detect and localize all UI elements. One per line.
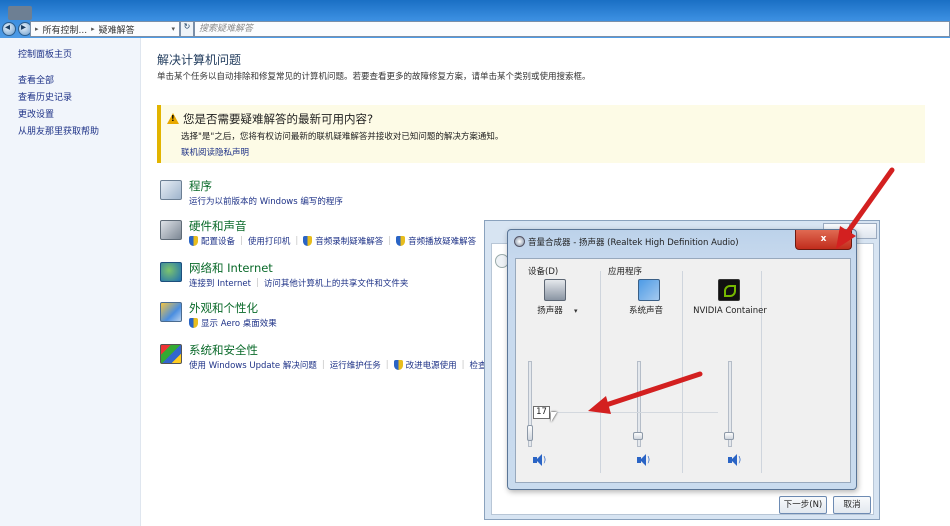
category-link[interactable]: 访问其他计算机上的共享文件和文件夹 — [264, 277, 409, 289]
nvidia-icon — [718, 279, 740, 301]
sound-waves-icon: ) — [738, 455, 742, 464]
link-divider: | — [255, 278, 259, 288]
breadcrumb-item[interactable]: 疑难解答 — [99, 23, 135, 36]
chevron-down-icon[interactable]: ▾ — [574, 307, 578, 315]
notice-description: 选择"是"之后，您将有权访问最新的联机疑难解答并接收对已知问题的解决方案通知。 — [181, 132, 504, 142]
volume-slider-thumb[interactable] — [724, 432, 734, 440]
link-divider: | — [240, 236, 243, 246]
category-link[interactable]: 显示 Aero 桌面效果 — [201, 317, 277, 329]
sidebar-item-history[interactable]: 查看历史记录 — [18, 90, 72, 103]
channel-label: 扬声器 — [537, 306, 563, 316]
chevron-right-icon: ▸ — [91, 25, 95, 33]
category-links: 显示 Aero 桌面效果 — [189, 317, 277, 329]
category-title[interactable]: 外观和个性化 — [189, 300, 258, 316]
breadcrumb[interactable]: ▸ 所有控制... ▸ 疑难解答 ▾ — [30, 21, 180, 37]
breadcrumb-item[interactable]: 所有控制... — [43, 23, 88, 36]
category-link[interactable]: 配置设备 — [201, 235, 235, 247]
next-button[interactable]: 下一步(N) — [779, 496, 827, 514]
appearance-icon — [160, 302, 182, 322]
category-link[interactable]: 连接到 Internet — [189, 277, 251, 289]
shield-icon — [393, 360, 403, 370]
volume-slider-thumb[interactable] — [633, 432, 643, 440]
refresh-button[interactable]: ↻ — [180, 21, 194, 37]
back-arrow-icon: ◂ — [5, 22, 11, 33]
category-title[interactable]: 系统和安全性 — [189, 342, 258, 358]
page-subtitle: 单击某个任务以自动排除和修复常见的计算机问题。若要查看更多的故障修复方案，请单击… — [157, 72, 591, 82]
category-link[interactable]: 改进电源使用 — [406, 359, 457, 371]
link-divider: | — [321, 360, 325, 370]
update-notice: 您是否需要疑难解答的最新可用内容? 选择"是"之后，您将有权访问最新的联机疑难解… — [157, 105, 925, 163]
category-title[interactable]: 网络和 Internet — [189, 260, 273, 276]
search-input[interactable]: 搜索疑难解答 — [194, 21, 950, 37]
category-links: 运行为以前版本的 Windows 编写的程序 — [189, 195, 343, 207]
volume-mixer-dialog: 音量合成器 - 扬声器 (Realtek High Definition Aud… — [507, 229, 857, 490]
close-button[interactable]: x — [795, 230, 852, 250]
channel-system-sounds: 系统声音 ) — [612, 279, 688, 477]
category-link[interactable]: 运行为以前版本的 Windows 编写的程序 — [189, 195, 343, 207]
channel-label: NVIDIA Container — [693, 306, 767, 316]
control-panel-icon — [8, 6, 32, 20]
category-link[interactable]: 使用打印机 — [248, 235, 291, 247]
chevron-down-icon[interactable]: ▾ — [171, 25, 175, 33]
link-divider: | — [385, 360, 389, 370]
category-title[interactable]: 硬件和声音 — [189, 218, 247, 234]
chevron-right-icon: ▸ — [35, 25, 39, 33]
category-link[interactable]: 音频录制疑难解答 — [315, 235, 383, 247]
link-divider: | — [388, 236, 392, 246]
category-link[interactable]: 使用 Windows Update 解决问题 — [189, 359, 317, 371]
sound-waves-icon: ) — [647, 455, 651, 464]
link-divider: | — [461, 360, 465, 370]
channel-label: 系统声音 — [628, 306, 663, 316]
channel-speakers: 扬声器 ▾ ) — [518, 279, 594, 477]
programs-icon — [160, 180, 182, 200]
shield-icon — [396, 236, 406, 246]
page-title: 解决计算机问题 — [157, 53, 242, 67]
cancel-button[interactable]: 取消 — [833, 496, 871, 514]
link-divider: | — [295, 236, 299, 246]
warning-icon — [167, 113, 179, 124]
shield-icon — [303, 236, 313, 246]
volume-tooltip: 17 — [533, 406, 550, 419]
level-guide-line — [553, 412, 718, 413]
sound-waves-icon: ) — [543, 455, 547, 464]
category-link[interactable]: 音频播放疑难解答 — [408, 235, 476, 247]
device-group-label: 设备(D) — [528, 267, 559, 277]
channel-nvidia: NVIDIA Container ) — [692, 279, 768, 477]
speaker-app-icon — [514, 236, 525, 247]
category-link[interactable]: 运行维护任务 — [330, 359, 381, 371]
system-sounds-icon — [638, 279, 660, 301]
category-links: 连接到 Internet | 访问其他计算机上的共享文件和文件夹 — [189, 277, 408, 289]
network-globe-icon — [160, 262, 182, 282]
sidebar-item-view-all[interactable]: 查看全部 — [18, 73, 54, 86]
shield-icon — [189, 236, 198, 246]
nvidia-eye-shape — [724, 285, 736, 297]
left-pane: 控制面板主页 查看全部 查看历史记录 更改设置 从朋友那里获取帮助 — [0, 38, 141, 526]
mouse-cursor-icon — [551, 412, 557, 422]
mixer-body: 设备(D) 应用程序 扬声器 ▾ ) 系统声音 ) NVIDIA Contain… — [515, 258, 851, 483]
category-links: 配置设备 | 使用打印机 | 音频录制疑难解答 | 音频播放疑难解答 — [189, 235, 476, 247]
category-title[interactable]: 程序 — [189, 178, 212, 194]
back-button[interactable]: ◂ — [2, 22, 16, 36]
windows-flag-icon — [160, 344, 182, 364]
volume-slider-thumb[interactable] — [527, 425, 533, 441]
sidebar-item-settings[interactable]: 更改设置 — [18, 107, 54, 120]
shield-icon — [189, 318, 198, 328]
speaker-icon — [544, 279, 566, 301]
forward-arrow-icon: ▸ — [21, 22, 27, 33]
group-divider — [600, 271, 601, 473]
sidebar-item-home[interactable]: 控制面板主页 — [18, 47, 72, 60]
hardware-icon — [160, 220, 182, 240]
notice-title[interactable]: 您是否需要疑难解答的最新可用内容? — [183, 111, 373, 127]
address-bar: ◂ ▸ ▸ 所有控制... ▸ 疑难解答 ▾ ↻ 搜索疑难解答 — [0, 20, 950, 38]
title-bar: ◂ ▸ ▸ 所有控制... ▸ 疑难解答 ▾ ↻ 搜索疑难解答 — [0, 0, 950, 38]
privacy-link[interactable]: 联机阅读隐私声明 — [181, 146, 249, 158]
mixer-title: 音量合成器 - 扬声器 (Realtek High Definition Aud… — [528, 238, 739, 248]
apps-group-label: 应用程序 — [608, 267, 643, 277]
category-links: 使用 Windows Update 解决问题 | 运行维护任务 | 改进电源使用… — [189, 359, 487, 371]
sidebar-item-help-friend[interactable]: 从朋友那里获取帮助 — [18, 124, 99, 137]
